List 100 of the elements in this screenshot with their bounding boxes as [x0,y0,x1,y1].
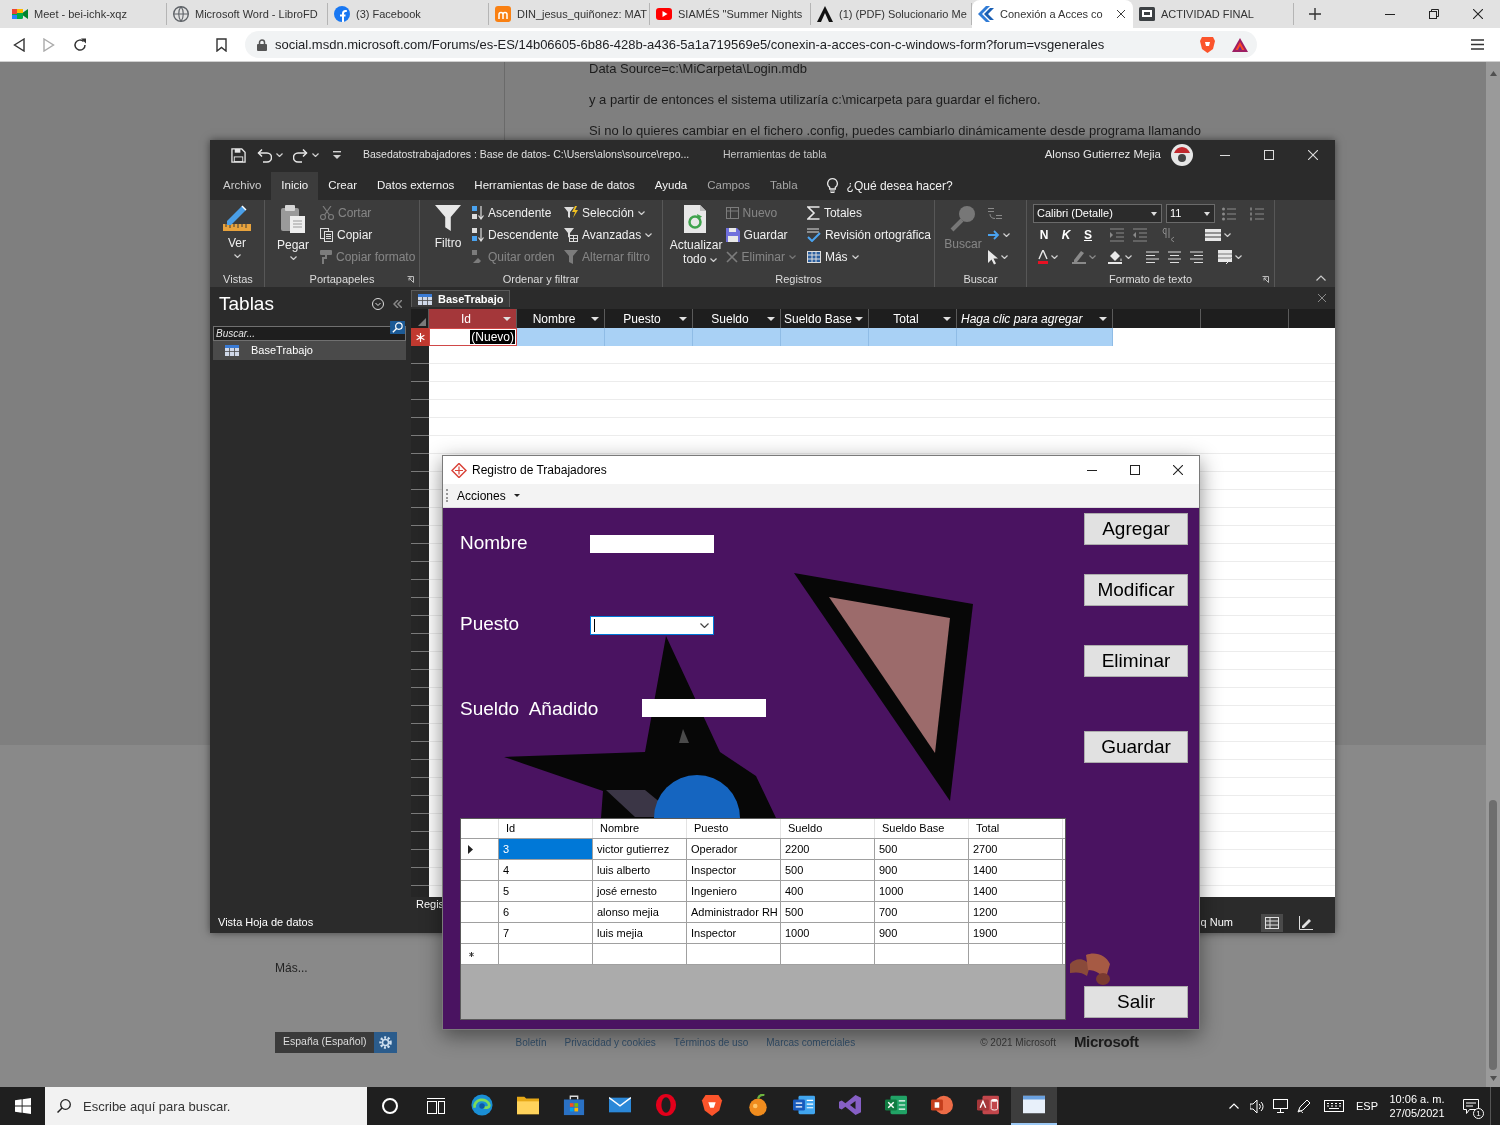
numbered-list-icon[interactable] [1250,206,1264,221]
table-cell[interactable] [605,328,693,346]
browser-tab[interactable]: Meet - bei-ichk-xqz [6,3,167,25]
notification-icon[interactable] [1463,1098,1479,1114]
column-header[interactable]: Sueldo [781,819,875,838]
caret-icon[interactable] [1003,233,1010,237]
sort-ascending-button[interactable]: Ascendente [470,202,562,224]
chevron-down-icon[interactable] [372,298,384,310]
table-cell[interactable] [517,328,605,346]
browser-tab[interactable]: Conexión a Acces co [972,0,1133,28]
column-header[interactable]: Nombre [517,309,605,328]
gear-icon[interactable] [374,1031,398,1053]
tell-me-field[interactable]: ¿Qué desea hacer? [846,172,977,200]
more-link[interactable]: Más... [275,961,308,975]
font-color-icon[interactable] [1038,250,1048,264]
dropdown-arrow-icon[interactable] [1099,316,1107,321]
browser-tab[interactable]: DIN_jesus_quiñonez: MAT [489,3,650,25]
view-button[interactable]: Ver [212,200,262,258]
ribbon-tab[interactable]: Inicio [271,172,319,200]
taskbar-button[interactable] [1011,1087,1057,1125]
arrow-right-icon[interactable] [988,230,1000,240]
table-cell[interactable] [869,328,957,346]
ribbon-tab[interactable]: Crear [318,172,367,200]
ribbon-tab[interactable]: Ayuda [644,172,698,200]
ribbon-tab[interactable]: Archivo [213,172,272,200]
stacked-rectangles-icon[interactable] [427,1098,445,1114]
pen-icon[interactable] [1297,1099,1311,1113]
record-selector[interactable] [411,328,429,346]
select-all-corner[interactable] [411,309,429,328]
double-chevron-icon[interactable] [393,300,402,308]
table-cell[interactable] [781,328,869,346]
font-select[interactable]: Calibri (Detalle) [1033,204,1162,223]
bullet-list-icon[interactable] [1222,206,1236,221]
column-header[interactable]: Puesto [687,819,781,838]
save-icon[interactable] [231,147,246,163]
column-header[interactable]: Nombre [593,819,687,838]
search-field[interactable]: Escribe aquí para buscar. [45,1087,367,1125]
indent-icon[interactable] [1110,228,1124,242]
text-field[interactable] [590,535,714,553]
browser-tab[interactable]: (3) Facebook [328,3,489,25]
restore-icon[interactable] [1429,9,1439,19]
scrollbar-thumb[interactable] [1489,800,1497,1070]
highlighter-icon[interactable] [1072,250,1086,264]
maximize-icon[interactable] [1129,465,1140,475]
advanced-button[interactable]: Avanzadas [562,224,656,246]
keyboard-icon[interactable] [1324,1100,1344,1112]
speaker-icon[interactable] [1250,1099,1264,1113]
dropdown-arrow-icon[interactable] [767,316,775,321]
italic-button[interactable]: K [1055,225,1077,245]
replace-icon[interactable] [988,206,1002,220]
alternate-row-icon[interactable] [1218,250,1232,264]
more-button[interactable]: Más [804,246,934,268]
minimize-icon[interactable] [1220,154,1230,156]
column-header[interactable]: Total [969,819,1063,838]
table-row[interactable]: 3 victor gutierrez Operador 2200 500 2700 [461,839,1065,860]
cursor-icon[interactable] [988,249,998,265]
column-header[interactable]: Id [499,819,593,838]
scroll-down-icon[interactable] [1489,1076,1497,1081]
save-record-button[interactable]: Guardar [723,224,805,246]
paragraph-icon[interactable] [1161,228,1175,242]
table-cell[interactable] [957,328,1113,346]
clock-date[interactable]: 27/05/2021 [1389,1106,1445,1120]
search-field[interactable]: Buscar... [213,326,406,341]
sort-descending-button[interactable]: Descendente [470,224,562,246]
caret-icon[interactable] [276,153,283,157]
clock-time[interactable]: 10:06 a. m. [1389,1092,1445,1106]
dropdown-arrow-icon[interactable] [855,316,863,321]
document-tab[interactable]: BaseTrabajo [411,290,511,307]
caret-icon[interactable] [1125,255,1132,259]
redo-icon[interactable] [293,147,308,163]
minimize-icon[interactable] [1086,469,1097,471]
table-cell[interactable] [693,328,781,346]
align-right-icon[interactable] [1190,251,1203,263]
underline-button[interactable]: S [1077,225,1099,245]
refresh-all-button[interactable]: Actualizar todo [666,200,724,266]
column-header[interactable]: Puesto [605,309,693,328]
ribbon-tab[interactable]: Tabla [760,172,808,200]
selection-button[interactable]: Selección [562,202,656,224]
back-icon[interactable] [13,37,25,52]
customize-icon[interactable] [333,151,341,159]
table-cell[interactable]: (Nuevo) [429,328,517,346]
outdent-icon[interactable] [1133,228,1147,242]
close-icon[interactable] [1172,465,1183,475]
dropdown-arrow-icon[interactable] [943,316,951,321]
table-row[interactable]: 4 luis alberto Inspector 500 900 1400 [461,860,1065,881]
ribbon-tab[interactable]: Herramientas de base de datos [464,172,645,200]
design-view-icon[interactable] [1299,915,1313,930]
combo-box[interactable] [590,616,714,635]
caret-icon[interactable] [1001,255,1008,259]
browser-tab[interactable]: ACTIVIDAD FINAL [1133,3,1294,25]
browser-tab[interactable]: Microsoft Word - LibroFD [167,3,328,25]
triangle-icon[interactable] [1232,37,1248,52]
bold-button[interactable]: N [1033,225,1055,245]
align-center-icon[interactable] [1168,251,1181,263]
language-indicator[interactable]: ESP [1356,1097,1378,1115]
text-field[interactable] [642,699,766,717]
paste-button[interactable]: Pegar [268,200,318,260]
undo-icon[interactable] [257,147,272,163]
address-field[interactable]: social.msdn.microsoft.com/Forums/es-ES/14b06605-6b86-428b-a436-5a1a719569e5/conexin-a-acces-con-c-windows-form?forum=vsgenerales [245,31,1257,58]
dropdown-arrow-icon[interactable] [591,316,599,321]
